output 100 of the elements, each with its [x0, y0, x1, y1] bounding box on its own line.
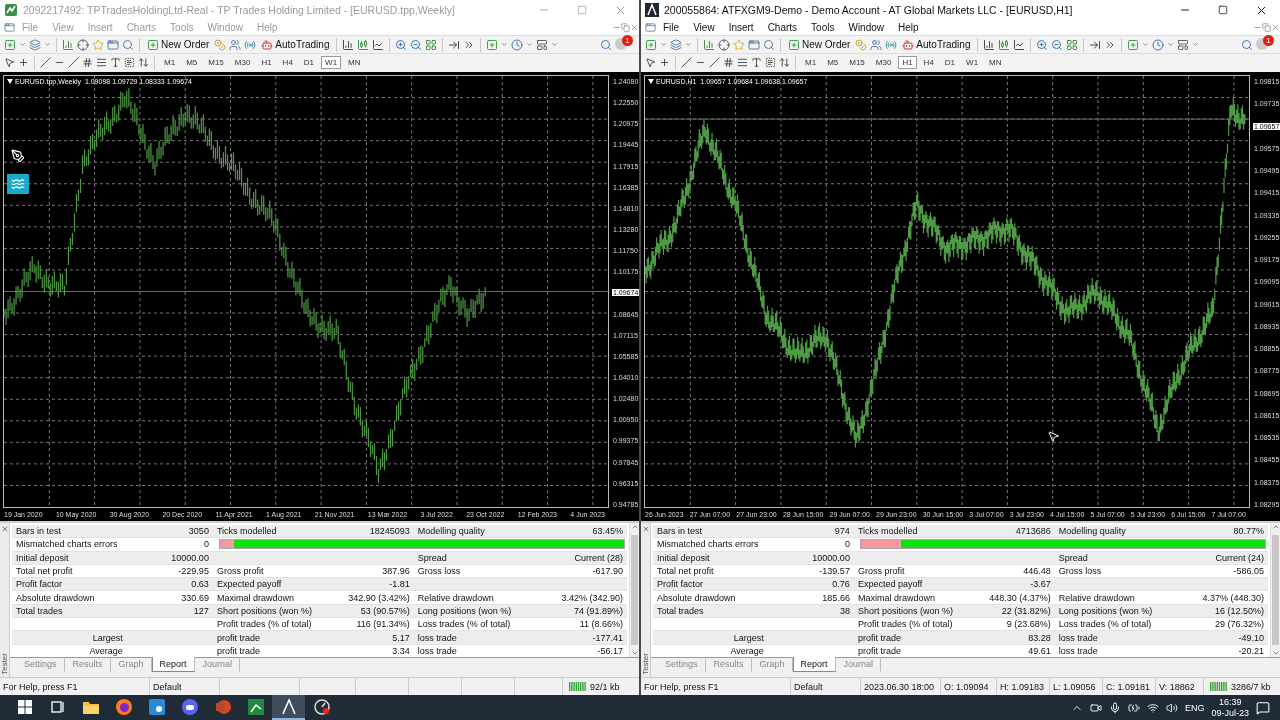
bar-chart-icon[interactable] [983, 38, 996, 51]
speaker-icon[interactable] [1165, 701, 1178, 714]
scrollbar[interactable] [629, 523, 639, 657]
profiles-icon[interactable] [670, 38, 682, 51]
timeframe-button[interactable]: M1 [801, 56, 821, 69]
zoom-out-icon[interactable] [410, 38, 423, 51]
line-chart-icon[interactable] [372, 38, 385, 51]
zoom-in-icon[interactable] [395, 38, 408, 51]
timeframe-button[interactable]: M30 [230, 56, 255, 69]
timeframe-button[interactable]: M30 [871, 56, 896, 69]
clock-time[interactable]: 16:39 [1218, 696, 1242, 708]
dropdown-triangle-icon[interactable] [7, 79, 13, 84]
timeframe-button[interactable]: H1 [257, 56, 276, 69]
new-order-button[interactable]: New Order [145, 38, 212, 51]
caret-icon[interactable] [660, 41, 667, 48]
line-icon[interactable] [40, 57, 51, 68]
document-icon[interactable] [4, 22, 15, 33]
timeframe-button[interactable]: H1 [898, 56, 917, 69]
maximize-icon[interactable] [1218, 5, 1228, 15]
autotrading-button[interactable]: AutoTrading [900, 38, 973, 51]
template-icon[interactable] [536, 38, 549, 51]
crosshair-icon[interactable] [659, 57, 670, 68]
shift-icon[interactable] [448, 38, 461, 51]
microphone-icon[interactable] [1108, 701, 1121, 714]
text-label-icon[interactable] [124, 57, 135, 68]
clock-icon[interactable] [511, 38, 524, 51]
candles-icon[interactable] [357, 38, 370, 51]
trendline-icon[interactable] [68, 57, 79, 68]
timeframe-button[interactable]: MN [344, 56, 365, 69]
text-icon[interactable] [751, 57, 762, 68]
timeframe-button[interactable]: M15 [204, 56, 228, 69]
template-icon[interactable] [1177, 38, 1190, 51]
spreadsheet-icon[interactable] [247, 698, 264, 715]
dropdown-triangle-icon[interactable] [648, 79, 654, 84]
crosshair-icon[interactable] [77, 38, 89, 51]
bar-chart-icon[interactable] [342, 38, 355, 51]
users-icon[interactable] [870, 38, 883, 51]
caret-icon[interactable] [551, 41, 559, 48]
zoom-out-icon[interactable] [1051, 38, 1064, 51]
timeframe-button[interactable]: M15 [845, 56, 869, 69]
line-icon[interactable] [681, 57, 692, 68]
language-indicator[interactable]: ENG [1184, 702, 1205, 713]
menu-item[interactable]: Charts [760, 22, 805, 33]
coins-icon[interactable] [214, 38, 227, 51]
timeframe-button[interactable]: D1 [299, 56, 319, 69]
cursor-icon[interactable] [645, 57, 656, 68]
crosshair-icon[interactable] [18, 57, 29, 68]
clock-icon[interactable] [1152, 38, 1165, 51]
caret-icon[interactable] [19, 41, 26, 48]
channel-icon[interactable] [723, 57, 734, 68]
menu-item[interactable]: File [656, 22, 687, 33]
timeframe-button[interactable]: W1 [321, 56, 342, 69]
timeframe-button[interactable]: MN [985, 56, 1006, 69]
notification-icon[interactable] [1256, 700, 1270, 715]
camera-icon[interactable] [1089, 701, 1102, 714]
arrows-icon[interactable] [779, 57, 790, 68]
star-icon[interactable] [92, 38, 104, 51]
caret-icon[interactable] [501, 41, 509, 48]
lines-icon[interactable] [737, 57, 748, 68]
caret-icon[interactable] [685, 41, 692, 48]
battery-icon[interactable] [1127, 701, 1140, 714]
shift-icon[interactable] [1089, 38, 1102, 51]
window-icon[interactable] [107, 38, 119, 51]
timeframe-button[interactable]: H4 [278, 56, 297, 69]
indicator-icon[interactable] [486, 38, 499, 51]
scroll-down-icon[interactable] [1271, 649, 1280, 657]
document-icon[interactable] [645, 22, 656, 33]
search-icon[interactable] [600, 38, 612, 51]
profiles-icon[interactable] [29, 38, 41, 51]
magnifier-icon[interactable] [763, 38, 775, 51]
scroll-up-icon[interactable] [630, 523, 639, 531]
cursor-icon[interactable] [4, 57, 15, 68]
menu-item[interactable]: Insert [721, 22, 761, 33]
timeframe-button[interactable]: D1 [940, 56, 960, 69]
tab[interactable]: Report [792, 657, 836, 672]
scroll-down-icon[interactable] [630, 649, 639, 657]
caret-icon[interactable] [44, 41, 51, 48]
clock-date[interactable]: 09-Jul-23 [1211, 707, 1249, 719]
signal-icon[interactable] [885, 38, 898, 51]
tile-icon[interactable] [425, 38, 438, 51]
channel-icon[interactable] [82, 57, 93, 68]
coins-icon[interactable] [855, 38, 868, 51]
timeframe-button[interactable]: M1 [160, 56, 180, 69]
scroll-up-icon[interactable] [1271, 523, 1280, 531]
search-icon[interactable] [1241, 38, 1253, 51]
browser-icon[interactable] [115, 698, 132, 715]
candles-icon[interactable] [998, 38, 1011, 51]
new-chart-icon[interactable] [645, 38, 657, 51]
trendline-icon[interactable] [709, 57, 720, 68]
text-icon[interactable] [110, 57, 121, 68]
app-tile-icon[interactable] [148, 698, 165, 715]
caret-icon[interactable] [1192, 41, 1200, 48]
gauge-icon[interactable] [313, 698, 330, 715]
magnifier-icon[interactable] [122, 38, 134, 51]
tab[interactable]: Report [151, 657, 195, 672]
crosshair-icon[interactable] [718, 38, 730, 51]
signal-icon[interactable] [244, 38, 257, 51]
caret-icon[interactable] [526, 41, 534, 48]
new-order-button[interactable]: New Order [786, 38, 853, 51]
menu-item[interactable]: View [686, 22, 722, 33]
